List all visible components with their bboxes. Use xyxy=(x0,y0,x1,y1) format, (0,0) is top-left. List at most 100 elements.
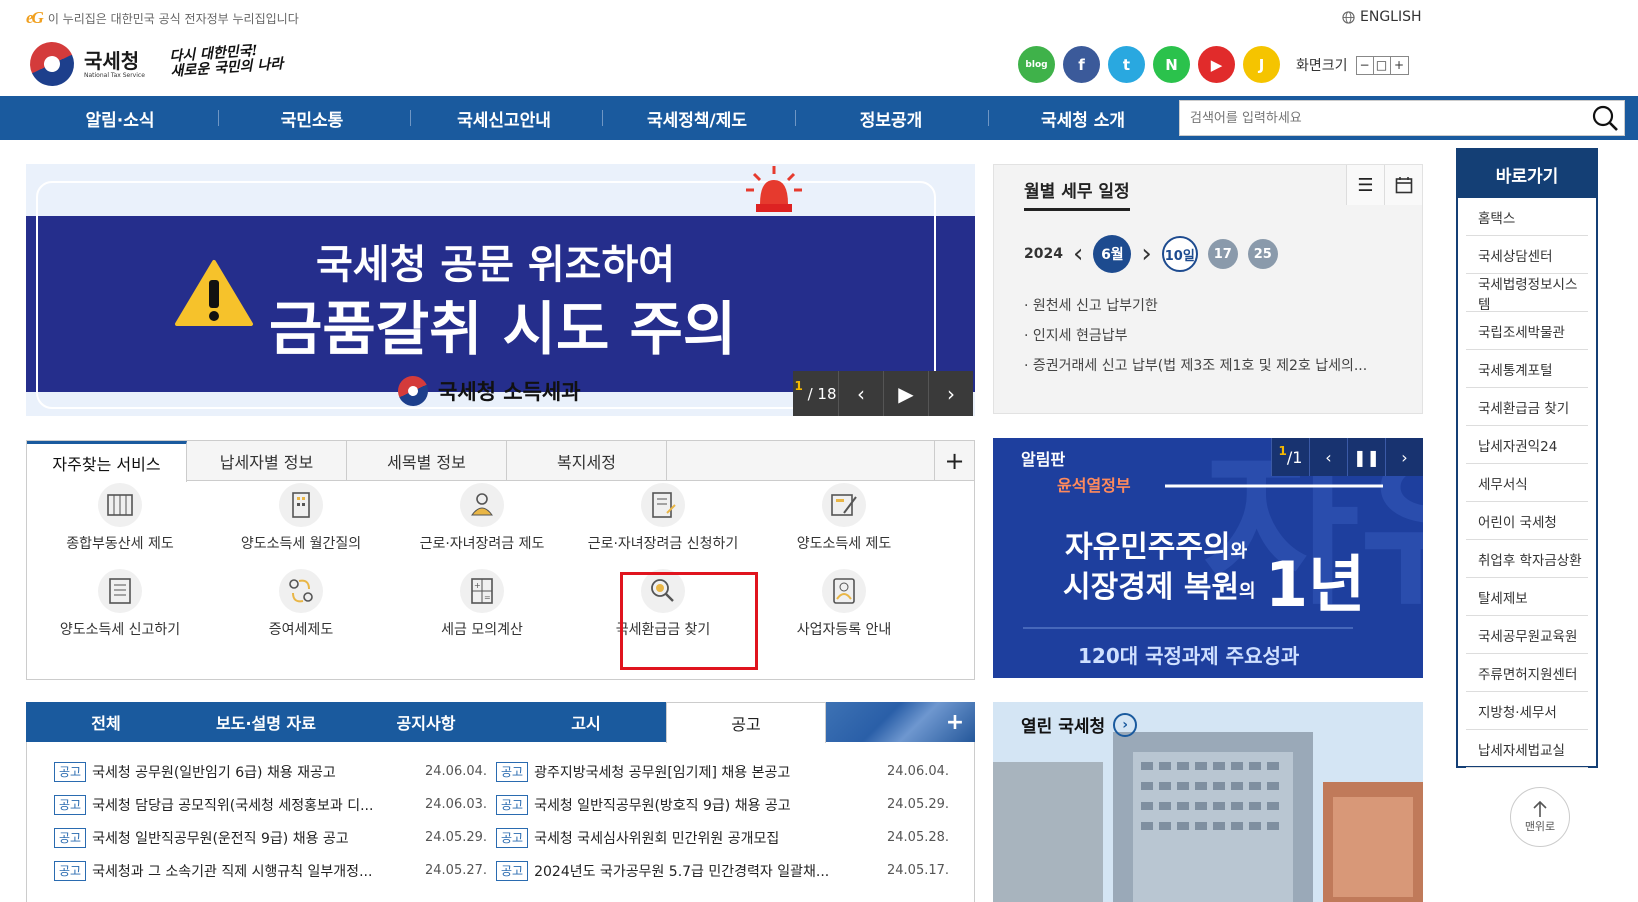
open-nts[interactable]: 열린 국세청 › xyxy=(993,702,1423,902)
schedule-day[interactable]: 17 xyxy=(1207,239,1238,269)
quick-link-item[interactable]: 주류면허지원센터 xyxy=(1466,654,1588,692)
service-item[interactable]: 종합부동산세 제도 xyxy=(26,483,214,553)
nav-item-about[interactable]: 국세청 소개 xyxy=(992,96,1174,140)
schedule-item[interactable]: · 원천세 신고 납부기한 xyxy=(1024,291,1367,321)
notice-more-button[interactable]: + xyxy=(935,702,975,742)
calendar-icon[interactable] xyxy=(1384,165,1422,205)
schedule-day[interactable]: 10일 xyxy=(1161,236,1198,272)
tab-welfare[interactable]: 복지세정 xyxy=(507,441,667,481)
tab-public-notice[interactable]: 공고 xyxy=(666,702,826,743)
quick-link-item[interactable]: 국세공무원교육원 xyxy=(1466,616,1588,654)
banner-prev-button[interactable]: ‹ xyxy=(838,371,883,416)
notice-row[interactable]: 공고 국세청과 그 소속기관 직제 시행규칙 일부개정... xyxy=(54,861,392,881)
chevron-right-icon[interactable]: › xyxy=(1113,712,1138,737)
quick-link-item[interactable]: 국세통계포털 xyxy=(1466,350,1588,388)
sns-links: blog f t N ▶ J xyxy=(1018,46,1280,83)
quick-link-item[interactable]: 국세상담센터 xyxy=(1466,236,1588,274)
service-label: 사업자등록 안내 xyxy=(796,622,892,638)
gov-notice-text: 이 누리집은 대한민국 공식 전자정부 누리집입니다 xyxy=(47,11,299,26)
service-item[interactable]: 양도소득세 제도 xyxy=(750,483,938,553)
schedule-list: · 원천세 신고 납부기한 · 인지세 현금납부 · 증권거래세 신고 납부(법… xyxy=(1024,291,1367,381)
tab-tax-item-info[interactable]: 세목별 정보 xyxy=(347,441,507,481)
board-controls: 1/1 ‹ ❚❚ › xyxy=(1271,438,1423,476)
quick-link-item[interactable]: 국세환급금 찾기 xyxy=(1466,388,1588,426)
notice-tag: 공고 xyxy=(496,795,529,815)
youtube-icon[interactable]: ▶ xyxy=(1198,46,1235,83)
quick-link-item[interactable]: 어린이 국세청 xyxy=(1466,502,1588,540)
quick-link-item[interactable]: 세무서식 xyxy=(1466,464,1588,502)
banner-next-button[interactable]: › xyxy=(928,371,973,416)
schedule-day[interactable]: 25 xyxy=(1247,239,1278,269)
notice-row[interactable]: 공고 광주지방국세청 공무원[임기제] 채용 본공고 xyxy=(496,762,834,782)
notice-board[interactable]: 자유 알림판 1/1 ‹ ❚❚ › 윤석열정부 자유민주주의와 시장경제 복원의… xyxy=(993,438,1423,678)
tab-press[interactable]: 보도·설명 자료 xyxy=(186,702,346,742)
notice-tag: 공고 xyxy=(54,795,87,815)
font-reset-button[interactable]: □ xyxy=(1374,56,1391,74)
list-view-icon[interactable]: ☰ xyxy=(1346,165,1384,205)
notice-row[interactable]: 공고 국세청 일반직공무원(운전직 9급) 채용 공고 xyxy=(54,828,392,848)
nav-item-tax-policy[interactable]: 국세정책/제도 xyxy=(606,96,788,140)
banner-footer-text: 국세청 소득세과 xyxy=(438,380,581,404)
kakao-icon[interactable]: J xyxy=(1243,46,1280,83)
blog-icon[interactable]: blog xyxy=(1018,46,1055,83)
quick-link-item[interactable]: 홈택스 xyxy=(1466,198,1588,236)
quick-link-item[interactable]: 납세자세법교실 xyxy=(1466,730,1588,768)
facebook-icon[interactable]: f xyxy=(1063,46,1100,83)
tab-announcement[interactable]: 고시 xyxy=(506,702,666,742)
next-month-button[interactable]: › xyxy=(1141,241,1151,267)
notice-tag: 공고 xyxy=(54,828,87,848)
notice-date: 24.05.27. xyxy=(425,863,488,878)
notice-row[interactable]: 공고 국세청 공무원(일반임기 6급) 채용 재공고 xyxy=(54,762,392,782)
quick-link-item[interactable]: 지방청·세무서 xyxy=(1466,692,1588,730)
quick-link-item[interactable]: 취업후 학자금상환 xyxy=(1466,540,1588,578)
notice-list: 공고 국세청 공무원(일반임기 6급) 채용 재공고 24.06.04. 공고 국세청 … xyxy=(26,742,975,902)
service-item[interactable]: 사업자등록 안내 xyxy=(750,569,938,639)
service-item[interactable]: 근로·자녀장려금 제도 xyxy=(388,483,576,553)
nav-item-tax-filing[interactable]: 국세신고안내 xyxy=(414,96,594,140)
font-decrease-button[interactable]: − xyxy=(1357,56,1374,74)
nav-item-disclosure[interactable]: 정보공개 xyxy=(800,96,982,140)
board-pause-button[interactable]: ❚❚ xyxy=(1347,438,1385,476)
board-prev-button[interactable]: ‹ xyxy=(1309,438,1347,476)
quick-link-item[interactable]: 납세자권익24 xyxy=(1466,426,1588,464)
notice-row[interactable]: 공고 국세청 담당급 공모직위(국세청 세정홍보과 디... xyxy=(54,795,392,815)
nav-item-news[interactable]: 알림·소식 xyxy=(30,96,210,140)
nav-item-communication[interactable]: 국민소통 xyxy=(222,96,402,140)
schedule-item[interactable]: · 인지세 현금납부 xyxy=(1024,321,1367,351)
quick-links: 바로가기 홈택스 국세상담센터 국세법령정보시스템 국립조세박물관 국세통계포털 국세환급… xyxy=(1456,148,1598,768)
banner-play-button[interactable]: ▶ xyxy=(883,371,928,416)
tab-frequent-services[interactable]: 자주찾는 서비스 xyxy=(27,441,187,482)
logo-title: 국세청 xyxy=(84,48,140,73)
schedule-item[interactable]: · 증권거래세 신고 납부(법 제3조 제1호 및 제2호 납세의... xyxy=(1024,351,1367,381)
naver-post-icon[interactable]: N xyxy=(1153,46,1190,83)
nts-logo[interactable]: 국세청 National Tax Service xyxy=(22,34,145,94)
search-input[interactable] xyxy=(1180,110,1588,126)
prev-month-button[interactable]: ‹ xyxy=(1073,241,1083,267)
search-icon[interactable] xyxy=(1588,101,1624,135)
document-list-icon xyxy=(98,569,142,613)
tab-taxpayer-info[interactable]: 납세자별 정보 xyxy=(187,441,347,481)
english-link[interactable]: ENGLISH xyxy=(1342,9,1422,25)
tab-all[interactable]: 전체 xyxy=(26,702,186,742)
twitter-icon[interactable]: t xyxy=(1108,46,1145,83)
notice-row[interactable]: 공고 2024년도 국가공무원 5.7급 민간경력자 일괄채... xyxy=(496,861,834,881)
schedule-title: 월별 세무 일정 xyxy=(1024,177,1130,211)
service-item[interactable]: 근로·자녀장려금 신청하기 xyxy=(569,483,757,553)
english-label: ENGLISH xyxy=(1360,9,1422,25)
notice-row[interactable]: 공고 국세청 일반직공무원(방호직 9급) 채용 공고 xyxy=(496,795,834,815)
quick-link-item[interactable]: 국립조세박물관 xyxy=(1466,312,1588,350)
notice-tabs: 전체 보도·설명 자료 공지사항 고시 공고 + xyxy=(26,702,975,743)
service-item[interactable]: 양도소득세 신고하기 xyxy=(26,569,214,639)
service-item[interactable]: + = 세금 모의계산 xyxy=(388,569,576,639)
font-increase-button[interactable]: + xyxy=(1391,57,1408,74)
services-more-button[interactable]: + xyxy=(934,441,974,481)
quick-link-item[interactable]: 탈세제보 xyxy=(1466,578,1588,616)
notice-row[interactable]: 공고 국세청 국세심사위원회 민간위원 공개모집 xyxy=(496,828,834,848)
tab-notices[interactable]: 공지사항 xyxy=(346,702,506,742)
scroll-top-button[interactable]: 맨위로 xyxy=(1510,787,1570,847)
calculator-icon: + = xyxy=(460,569,504,613)
quick-link-item[interactable]: 국세법령정보시스템 xyxy=(1466,274,1588,313)
board-next-button[interactable]: › xyxy=(1385,438,1423,476)
service-item[interactable]: 증여세제도 xyxy=(207,569,395,639)
service-item[interactable]: 양도소득세 월간질의 xyxy=(207,483,395,553)
